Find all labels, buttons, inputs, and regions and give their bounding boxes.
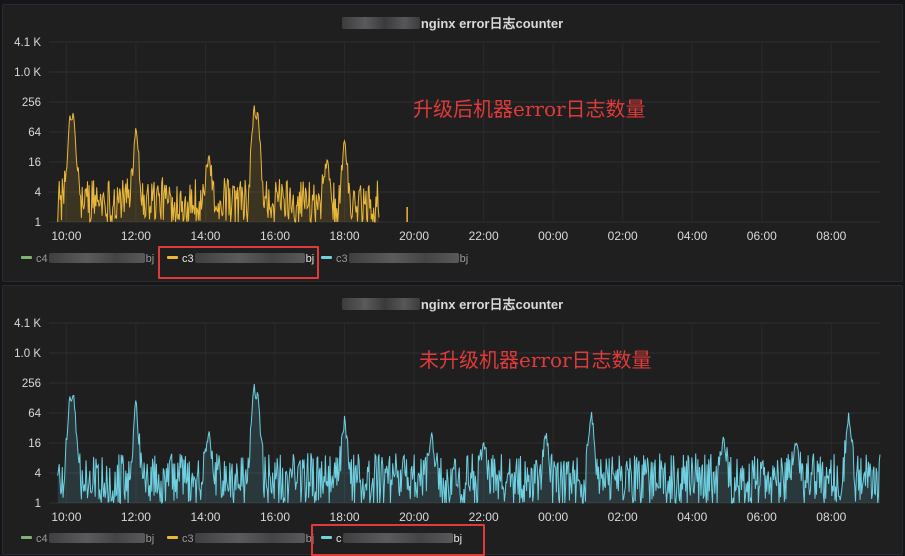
y-tick-label: 16: [28, 157, 41, 169]
legend-swatch: [21, 256, 32, 259]
y-tick-label: 64: [28, 408, 41, 420]
redacted-host: [348, 253, 459, 263]
x-tick-label: 00:00: [538, 510, 568, 524]
x-tick-label: 10:00: [51, 510, 81, 524]
x-tick-label: 10:00: [51, 229, 81, 243]
y-tick-label: 4: [35, 187, 42, 199]
x-tick-label: 14:00: [190, 510, 220, 524]
y-tick-label: 256: [22, 378, 41, 390]
legend-swatch: [167, 536, 178, 539]
x-tick-label: 22:00: [469, 229, 499, 243]
legend-swatch: [321, 256, 332, 259]
y-tick-label: 16: [28, 438, 41, 450]
x-tick-label: 06:00: [747, 510, 777, 524]
highlight-box-not-upgraded: [311, 524, 485, 556]
x-tick-label: 14:00: [190, 229, 220, 243]
y-tick-label: 64: [28, 127, 41, 139]
annotation-not-upgraded: 未升级机器error日志数量: [419, 348, 652, 372]
x-tick-label: 16:00: [260, 510, 290, 524]
legend-label-suffix: bj: [145, 253, 155, 265]
redacted-host: [194, 533, 305, 543]
legend-label-prefix: c4: [36, 533, 48, 545]
x-tick-label: 08:00: [816, 229, 846, 243]
x-tick-label: 04:00: [677, 229, 707, 243]
chart-area[interactable]: 1 4 16 64 256 1.0 K 4.1 K 10:00 12:00 14:00 16:00 1…: [3, 286, 902, 526]
legend-swatch: [21, 536, 32, 539]
y-tick-label: 256: [22, 97, 41, 109]
legend-item-c4[interactable]: c4 bj: [21, 530, 154, 548]
graph-panel-not-upgraded[interactable]: nginx error日志counter 1 4 16 64 256 1.0 K 4.1 K…: [2, 285, 903, 556]
y-tick-label: 4.1 K: [14, 318, 41, 330]
annotation-upgraded: 升级后机器error日志数量: [413, 97, 646, 121]
legend-label-suffix: bj: [459, 253, 469, 265]
x-tick-label: 00:00: [538, 229, 568, 243]
x-tick-label: 02:00: [608, 510, 638, 524]
x-tick-label: 02:00: [608, 229, 638, 243]
y-tick-label: 4.1 K: [14, 37, 41, 49]
y-tick-label: 4: [35, 468, 42, 480]
legend-item-c3-other[interactable]: c3 bj: [321, 250, 468, 268]
y-tick-label: 1: [35, 498, 41, 510]
y-tick-label: 1.0 K: [14, 348, 41, 360]
x-tick-label: 04:00: [677, 510, 707, 524]
chart-area[interactable]: 1 4 16 64 256 1.0 K 4.1 K 10:00 12:00 14:00 16:00 1…: [3, 5, 902, 245]
x-tick-label: 06:00: [747, 229, 777, 243]
y-tick-label: 1.0 K: [14, 67, 41, 79]
legend-label-suffix: bj: [145, 533, 155, 545]
redacted-host: [48, 253, 145, 263]
graph-panel-upgraded[interactable]: nginx error日志counter 1 4 16 64 256 1.0 K 4.1 K…: [2, 4, 903, 282]
x-tick-label: 18:00: [330, 510, 360, 524]
y-tick-label: 1: [35, 217, 41, 229]
redacted-host: [48, 533, 145, 543]
x-tick-label: 18:00: [330, 229, 360, 243]
x-tick-label: 12:00: [121, 510, 151, 524]
x-tick-label: 20:00: [399, 229, 429, 243]
highlight-box-upgraded: [158, 246, 319, 279]
x-tick-label: 08:00: [816, 510, 846, 524]
x-tick-label: 22:00: [469, 510, 499, 524]
legend-item-c3[interactable]: c3 bj: [167, 530, 314, 548]
legend-label-prefix: c3: [336, 253, 348, 265]
x-tick-label: 20:00: [399, 510, 429, 524]
legend-label-prefix: c3: [182, 533, 194, 545]
legend-item-c4[interactable]: c4 bj: [21, 250, 154, 268]
legend-label-prefix: c4: [36, 253, 48, 265]
x-tick-label: 16:00: [260, 229, 290, 243]
x-tick-label: 12:00: [121, 229, 151, 243]
